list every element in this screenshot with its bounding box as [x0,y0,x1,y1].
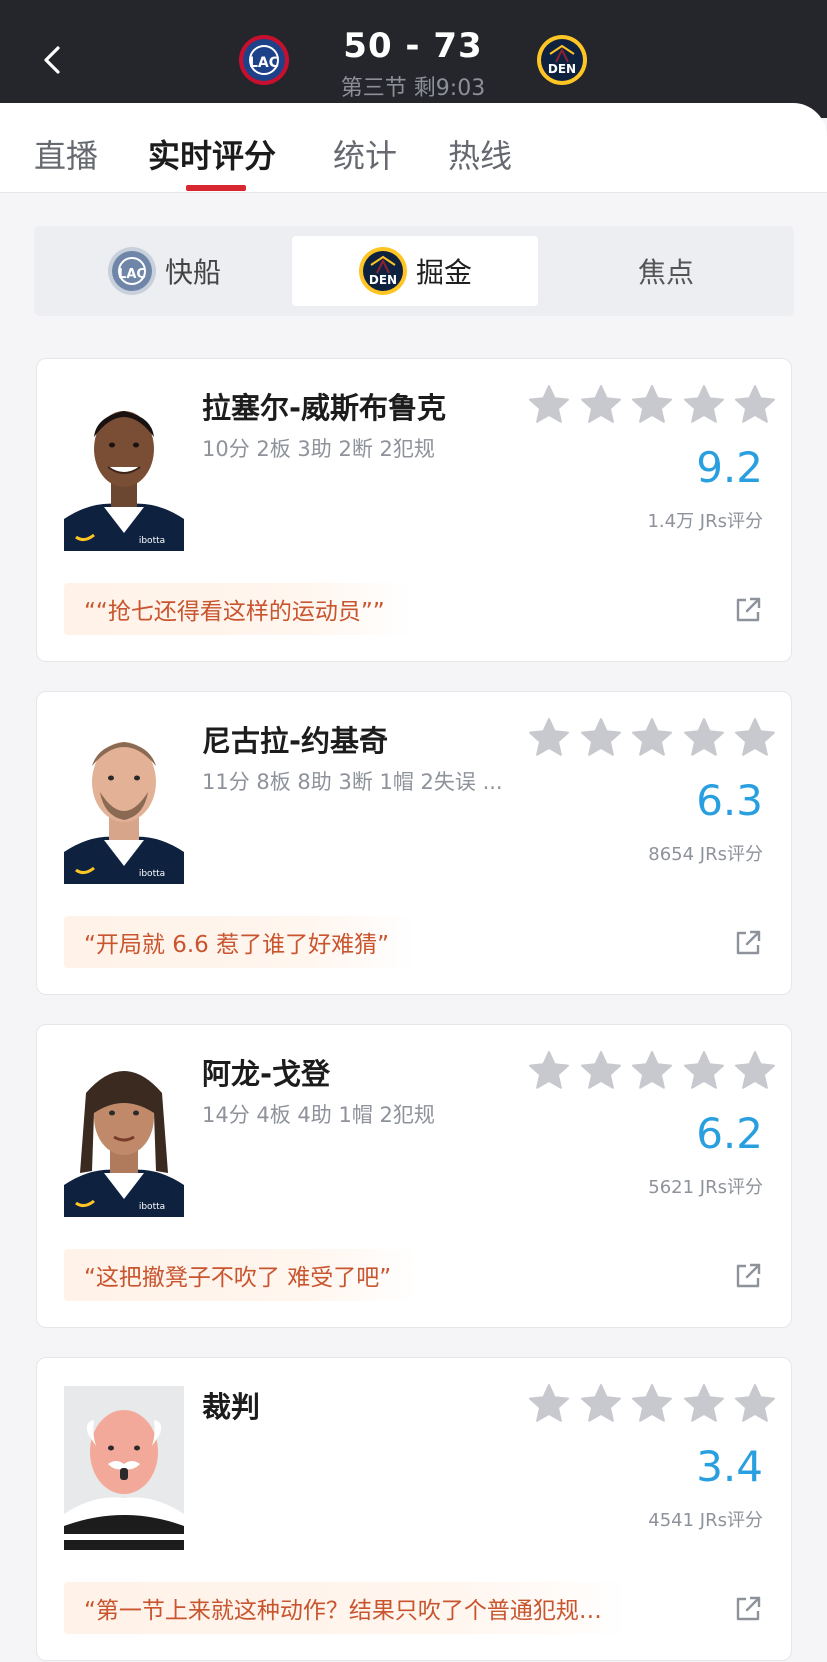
star-icon[interactable] [579,383,623,427]
hot-comment[interactable]: ““抢七还得看这样的运动员”” [64,583,411,635]
star-icon[interactable] [527,383,571,427]
player-name: 拉塞尔-威斯布鲁克 [202,391,447,425]
hot-comment[interactable]: “这把撤凳子不吹了 难受了吧” [64,1249,418,1301]
player-avatar: ibotta [64,387,184,551]
player-name: 裁判 [202,1390,261,1424]
rating-count: 8654 JRs评分 [648,844,763,865]
player-name: 尼古拉-约基奇 [202,724,389,758]
referee-avatar [64,1386,184,1550]
tab-live[interactable]: 直播 [34,131,98,177]
svg-text:ibotta: ibotta [139,1202,165,1212]
rating-stars[interactable] [527,1382,777,1428]
rating-stars[interactable] [527,716,777,762]
star-icon[interactable] [682,1049,726,1093]
svg-text:DEN: DEN [369,273,397,287]
star-icon[interactable] [682,716,726,760]
segment-focus[interactable]: 焦点 [546,236,786,306]
den-logo-icon[interactable]: DEN [536,34,588,86]
star-icon[interactable] [630,716,674,760]
share-icon[interactable] [733,1594,763,1624]
game-period: 第三节 剩9:03 [340,76,486,101]
share-icon[interactable] [733,928,763,958]
game-header: LAC 50 - 73 第三节 剩9:03 DEN [0,0,827,118]
player-rating: 6.3 [696,776,763,825]
player-avatar: ibotta [64,720,184,884]
player-card[interactable]: 裁判 3.4 4541 JRs评分 “第一节上来就这种动作？结果只吹了个普通犯规… [36,1357,792,1661]
hot-comment[interactable]: “第一节上来就这种动作？结果只吹了个普通犯规… [64,1582,628,1634]
share-icon[interactable] [733,595,763,625]
svg-text:LAC: LAC [118,267,146,282]
svg-text:ibotta: ibotta [139,536,165,546]
star-icon[interactable] [579,1049,623,1093]
star-icon[interactable] [527,716,571,760]
rating-stars[interactable] [527,1049,777,1095]
star-icon[interactable] [630,1049,674,1093]
star-icon[interactable] [733,1382,777,1426]
back-button[interactable] [38,40,68,80]
star-icon[interactable] [579,1382,623,1426]
tab-live-rating[interactable]: 实时评分 [148,131,276,177]
segment-nuggets[interactable]: DEN 掘金 [292,236,538,306]
player-rating: 9.2 [696,443,763,492]
den-logo-text: DEN [548,62,576,76]
segment-clippers[interactable]: LAC 快船 [44,236,284,306]
star-icon[interactable] [527,1049,571,1093]
hot-comment[interactable]: “开局就 6.6 惹了谁了好难猜” [64,916,416,968]
star-icon[interactable] [682,1382,726,1426]
player-stats: 14分 4板 4助 1帽 2犯规 [202,1103,435,1127]
rating-count: 4541 JRs评分 [648,1510,763,1531]
player-stats: 10分 2板 3助 2断 2犯规 [202,437,435,461]
player-rating: 3.4 [696,1442,763,1491]
game-score: 50 - 73 [343,26,483,66]
segment-label: 掘金 [415,256,472,289]
player-stats: 11分 8板 8助 3断 1帽 2失误 ... [202,770,503,794]
tab-stats[interactable]: 统计 [333,131,397,177]
player-card[interactable]: ibotta 拉塞尔-威斯布鲁克 10分 2板 3助 2断 2犯规 9.2 1.… [36,358,792,662]
share-icon[interactable] [733,1261,763,1291]
lac-logo-icon: LAC [107,246,157,296]
player-name: 阿龙-戈登 [202,1057,331,1091]
segment-label: 焦点 [637,256,694,289]
star-icon[interactable] [527,1382,571,1426]
rating-count: 5621 JRs评分 [648,1177,763,1198]
svg-text:ibotta: ibotta [139,869,165,879]
main-tabs: 直播 实时评分 统计 热线 [0,103,827,193]
star-icon[interactable] [733,1049,777,1093]
star-icon[interactable] [630,1382,674,1426]
star-icon[interactable] [579,716,623,760]
star-icon[interactable] [733,716,777,760]
star-icon[interactable] [733,383,777,427]
player-avatar: ibotta [64,1053,184,1217]
segment-label: 快船 [164,256,221,289]
player-card[interactable]: ibotta 尼古拉-约基奇 11分 8板 8助 3断 1帽 2失误 ... 6… [36,691,792,995]
player-rating: 6.2 [696,1109,763,1158]
rating-count: 1.4万 JRs评分 [647,511,763,532]
den-logo-icon: DEN [358,246,408,296]
tab-hotline[interactable]: 热线 [448,131,512,177]
lac-logo-icon[interactable]: LAC [238,34,290,86]
rating-stars[interactable] [527,383,777,429]
chevron-left-icon [44,46,60,74]
player-card[interactable]: ibotta 阿龙-戈登 14分 4板 4助 1帽 2犯规 6.2 5621 J… [36,1024,792,1328]
star-icon[interactable] [682,383,726,427]
active-tab-indicator [186,185,246,191]
star-icon[interactable] [630,383,674,427]
team-segment-control: LAC 快船 DEN 掘金 焦点 [34,226,794,316]
lac-logo-text: LAC [249,55,279,71]
